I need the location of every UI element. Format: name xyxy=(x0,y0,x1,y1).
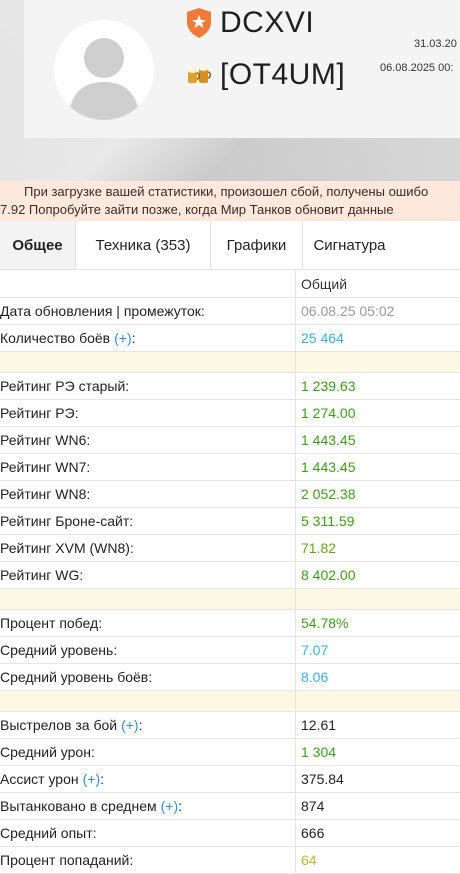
table-row-avg-xp: Средний опыт: 666 xyxy=(0,820,460,847)
section-separator xyxy=(0,691,460,712)
table-row-rating-re-old: Рейтинг РЭ старый: 1 239.63 xyxy=(0,373,460,400)
table-row-win-rate: Процент побед: 54.78% xyxy=(0,610,460,637)
expand-link[interactable]: (+) xyxy=(83,771,101,787)
expand-link[interactable]: (+) xyxy=(114,330,132,346)
row-value: 1 274.00 xyxy=(301,405,356,421)
row-value: 1 443.45 xyxy=(301,432,356,448)
section-separator xyxy=(0,589,460,610)
row-label: Средний опыт: xyxy=(0,820,296,846)
row-label: Рейтинг XVM (WN8): xyxy=(0,535,296,561)
row-value: 8 402.00 xyxy=(301,567,356,583)
row-value: 375.84 xyxy=(301,771,344,787)
player-name: DCXVI xyxy=(220,6,315,39)
expand-link[interactable]: (+) xyxy=(121,717,139,733)
label-colon: : xyxy=(138,717,143,733)
table-row-rating-armor-site: Рейтинг Броне-сайт: 5 311.59 xyxy=(0,508,460,535)
tab-charts[interactable]: Графики xyxy=(211,221,303,269)
row-label: Ассист урон (+) : xyxy=(0,766,296,792)
table-row-avg-damage: Средний урон: 1 304 xyxy=(0,739,460,766)
row-label: Вытанковано в среднем (+) : xyxy=(0,793,296,819)
row-label: Средний уровень боёв: xyxy=(0,664,296,690)
row-value: 1 304 xyxy=(301,744,337,760)
error-message-line-2: 7.92 Попробуйте зайти позже, когда Мир Т… xyxy=(0,202,394,217)
table-row-rating-wn7: Рейтинг WN7: 1 443.45 xyxy=(0,454,460,481)
row-value: 06.08.25 05:02 xyxy=(301,303,395,319)
row-value: 666 xyxy=(301,825,325,841)
row-label: Рейтинг WN6: xyxy=(0,427,296,453)
row-value: 7.07 xyxy=(301,642,329,658)
label-colon: : xyxy=(131,330,136,346)
row-value: 5 311.59 xyxy=(301,513,355,529)
player-name-row: DCXVI xyxy=(186,4,314,42)
profile-header: DCXVI [OT4UM] 31.03.20 06.08.2025 00: xyxy=(0,0,460,181)
table-row-avg-battle-tier: Средний уровень боёв: 8.06 xyxy=(0,664,460,691)
row-label: Рейтинг РЭ старый: xyxy=(0,373,296,399)
row-label: Выстрелов за бой (+) : xyxy=(0,712,296,738)
table-row-rating-wn8: Рейтинг WN8: 2 052.38 xyxy=(0,481,460,508)
row-label: Количество боёв (+) : xyxy=(0,325,296,351)
registration-date: 31.03.20 xyxy=(414,38,457,50)
table-row-rating-re: Рейтинг РЭ: 1 274.00 xyxy=(0,400,460,427)
label-text: Выстрелов за бой xyxy=(0,717,118,733)
row-label: Средний уровень: xyxy=(0,637,296,663)
clan-emblem-icon xyxy=(187,65,211,83)
row-label: Рейтинг WN8: xyxy=(0,481,296,507)
error-banner: При загрузке вашей статистики, произошел… xyxy=(0,181,460,221)
row-value: 25 464 xyxy=(301,330,344,346)
row-value: 1 239.63 xyxy=(301,378,356,394)
row-value: 12.61 xyxy=(301,717,337,733)
table-row-rating-xvm: Рейтинг XVM (WN8): 71.82 xyxy=(0,535,460,562)
table-row-updated: Дата обновления | промежуток: 06.08.25 0… xyxy=(0,298,460,325)
tab-signature[interactable]: Сигнатура xyxy=(303,221,396,269)
expand-link[interactable]: (+) xyxy=(161,798,179,814)
label-text: Количество боёв xyxy=(0,330,111,346)
row-value: 8.06 xyxy=(301,669,329,685)
row-label: Процент побед: xyxy=(0,610,296,636)
row-value: 874 xyxy=(301,798,325,814)
table-header-row: Общий xyxy=(0,270,460,298)
table-row-battles: Количество боёв (+) : 25 464 xyxy=(0,325,460,352)
tab-vehicles[interactable]: Техника (353) xyxy=(76,221,211,269)
clan-tag[interactable]: [OT4UM] xyxy=(220,58,345,92)
rank-shield-icon xyxy=(187,8,211,38)
table-row-assist-damage: Ассист урон (+) : 375.84 xyxy=(0,766,460,793)
table-row-rating-wn6: Рейтинг WN6: 1 443.45 xyxy=(0,427,460,454)
label-text: Ассист урон xyxy=(0,771,79,787)
row-label: Рейтинг WG: xyxy=(0,562,296,588)
row-label: Процент попаданий: xyxy=(0,847,296,873)
tab-general[interactable]: Общее xyxy=(0,221,76,269)
stats-table: Общий Дата обновления | промежуток: 06.0… xyxy=(0,270,460,874)
row-label: Рейтинг Броне-сайт: xyxy=(0,508,296,534)
section-separator xyxy=(0,352,460,373)
table-row-shots-per-battle: Выстрелов за бой (+) : 12.61 xyxy=(0,712,460,739)
row-label: Дата обновления | промежуток: xyxy=(0,298,296,324)
table-row-hit-rate: Процент попаданий: 64 xyxy=(0,847,460,874)
row-value: 1 443.45 xyxy=(301,459,356,475)
row-label: Средний урон: xyxy=(0,739,296,765)
stats-tabs: Общее Техника (353) Графики Сигнатура xyxy=(0,221,460,270)
row-label: Рейтинг РЭ: xyxy=(0,400,296,426)
table-row-avg-tier: Средний уровень: 7.07 xyxy=(0,637,460,664)
clan-row[interactable]: [OT4UM] xyxy=(186,56,345,94)
user-placeholder-icon xyxy=(68,38,140,120)
error-message-line-1: При загрузке вашей статистики, произошел… xyxy=(24,184,429,199)
avatar xyxy=(54,20,154,120)
row-value: 2 052.38 xyxy=(301,486,356,502)
row-value: 54.78% xyxy=(301,615,349,631)
label-text: Вытанковано в среднем xyxy=(0,798,157,814)
last-update-datetime: 06.08.2025 00: xyxy=(380,62,454,74)
row-value: 71.82 xyxy=(301,540,337,556)
table-row-rating-wg: Рейтинг WG: 8 402.00 xyxy=(0,562,460,589)
label-colon: : xyxy=(100,771,104,787)
header-label-cell xyxy=(0,270,296,297)
table-row-damage-blocked: Вытанковано в среднем (+) : 874 xyxy=(0,793,460,820)
row-label: Рейтинг WN7: xyxy=(0,454,296,480)
label-colon: : xyxy=(178,798,183,814)
column-header-overall: Общий xyxy=(301,275,348,292)
row-value: 64 xyxy=(301,852,317,868)
